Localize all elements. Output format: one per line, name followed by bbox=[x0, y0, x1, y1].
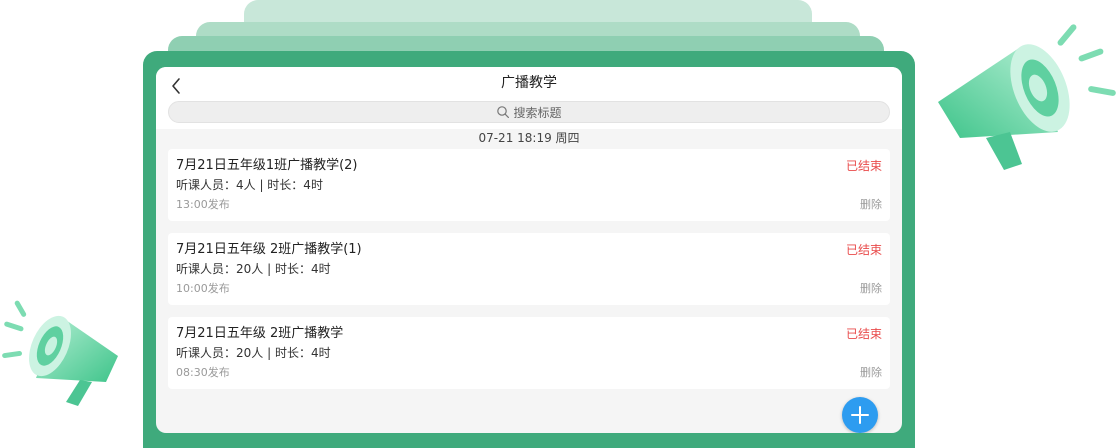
list-item[interactable]: 7月21日五年级 2班广播教学(1) 已结束 听课人员：20人 | 时长：4时 … bbox=[168, 233, 890, 305]
publish-time: 08:30发布 bbox=[176, 366, 230, 379]
status-badge: 已结束 bbox=[845, 243, 882, 257]
item-title: 7月21日五年级 2班广播教学 bbox=[176, 326, 344, 341]
delete-button[interactable]: 删除 bbox=[860, 197, 882, 213]
search-icon bbox=[497, 106, 510, 118]
item-meta: 听课人员：20人 | 时长：4时 bbox=[176, 346, 331, 360]
page-title: 广播教学 bbox=[501, 75, 557, 91]
app-screen: 广播教学 搜索标题 07-21 18:19 周四 7月21日五年级1班广播教学(… bbox=[156, 67, 902, 433]
item-title: 7月21日五年级 2班广播教学(1) bbox=[176, 242, 362, 257]
list-item[interactable]: 7月21日五年级1班广播教学(2) 已结束 听课人员：4人 | 时长：4时 13… bbox=[168, 149, 890, 221]
search-placeholder: 搜索标题 bbox=[513, 105, 562, 120]
delete-button[interactable]: 删除 bbox=[860, 281, 882, 297]
list-item[interactable]: 7月21日五年级 2班广播教学 已结束 听课人员：20人 | 时长：4时 08:… bbox=[168, 317, 890, 389]
search-input[interactable]: 搜索标题 bbox=[168, 101, 890, 123]
add-button[interactable] bbox=[842, 397, 878, 433]
delete-button[interactable]: 删除 bbox=[860, 365, 882, 381]
header: 广播教学 搜索标题 bbox=[156, 67, 902, 129]
megaphone-icon bbox=[2, 300, 118, 406]
status-badge: 已结束 bbox=[845, 159, 882, 173]
publish-time: 10:00发布 bbox=[176, 282, 230, 295]
item-meta: 听课人员：20人 | 时长：4时 bbox=[176, 262, 331, 276]
date-separator: 07-21 18:19 周四 bbox=[478, 131, 580, 145]
item-title: 7月21日五年级1班广播教学(2) bbox=[176, 158, 358, 173]
item-meta: 听课人员：4人 | 时长：4时 bbox=[176, 178, 323, 192]
megaphone-icon bbox=[938, 24, 1116, 170]
plus-icon bbox=[851, 406, 869, 424]
publish-time: 13:00发布 bbox=[176, 198, 230, 211]
status-badge: 已结束 bbox=[845, 327, 882, 341]
